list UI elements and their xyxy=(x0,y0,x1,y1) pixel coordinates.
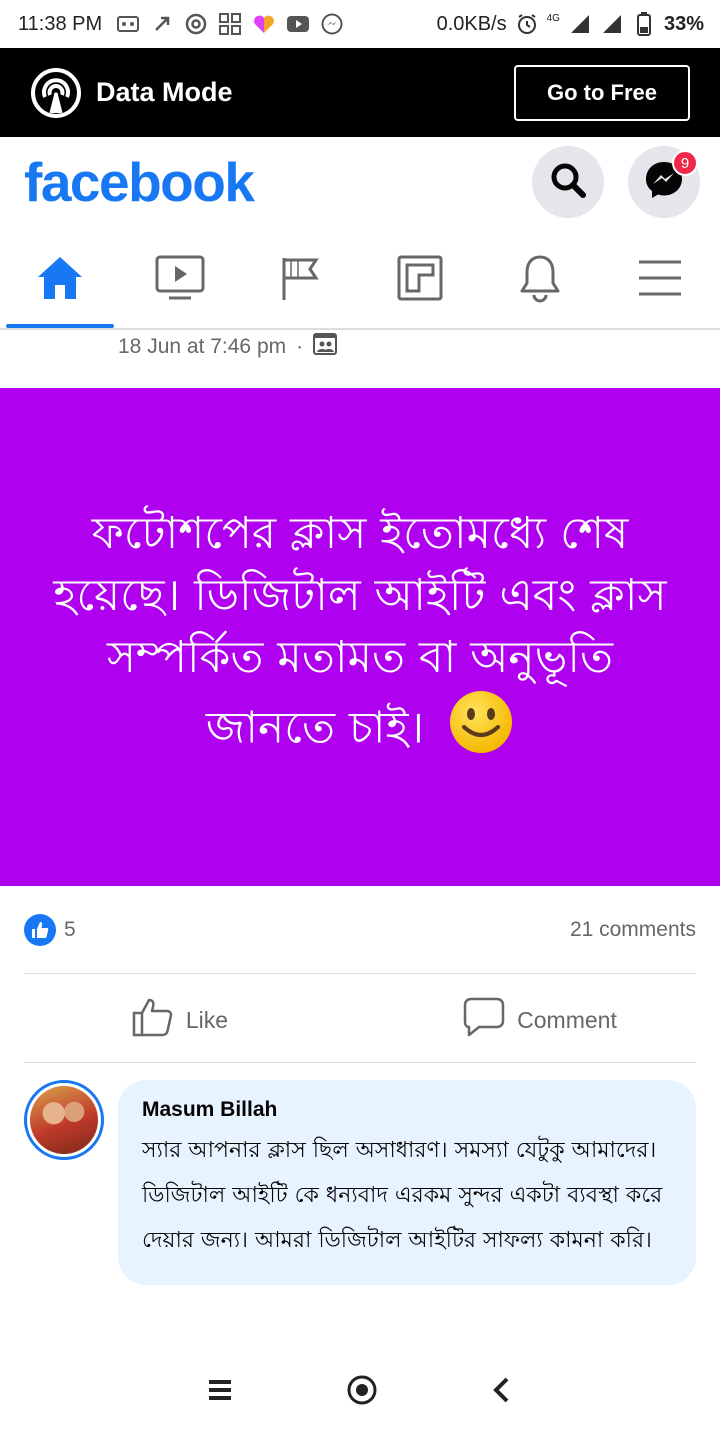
search-button[interactable] xyxy=(532,146,604,218)
thumbs-up-icon xyxy=(132,997,174,1043)
comment-bubble[interactable]: Masum Billah স্যার আপনার ক্লাস ছিল অসাধা… xyxy=(118,1080,696,1285)
tab-home[interactable] xyxy=(0,232,120,328)
battery-percent: 33% xyxy=(663,12,704,35)
signal-arrow-icon xyxy=(150,12,174,36)
messenger-button[interactable]: 9 xyxy=(628,146,700,218)
like-count[interactable]: 5 xyxy=(64,918,76,942)
meta-separator: · xyxy=(296,335,304,358)
data-mode-label: Data Mode xyxy=(96,77,233,107)
app-header: facebook 9 xyxy=(0,137,720,227)
like-button-label: Like xyxy=(185,1006,229,1033)
facebook-logo[interactable]: facebook xyxy=(24,150,255,214)
data-mode-bar: Data Mode Go to Free xyxy=(0,48,720,137)
system-navigation-bar xyxy=(0,1344,720,1440)
post-body: ফটোশপের ক্লাস ইতোমধ্যে শেষ হয়েছে। ডিজিট… xyxy=(40,503,680,772)
tab-marketplace[interactable] xyxy=(360,232,480,328)
status-notification-icons xyxy=(116,12,344,36)
voicemail-icon xyxy=(116,12,140,36)
post-text: ফটোশপের ক্লাস ইতোমধ্যে শেষ হয়েছে। ডিজিট… xyxy=(53,507,667,754)
alarm-icon xyxy=(515,12,539,36)
comment-item: Masum Billah স্যার আপনার ক্লাস ছিল অসাধা… xyxy=(24,1080,696,1285)
comment-text: স্যার আপনার ক্লাস ছিল অসাধারণ। সমস্যা যে… xyxy=(142,1138,663,1253)
smiling-face-emoji-icon xyxy=(448,689,514,772)
network-type: 4G xyxy=(546,12,560,24)
post-actions: Like Comment xyxy=(0,978,720,1062)
battery-icon xyxy=(632,12,656,36)
likee-heart-icon xyxy=(252,12,276,36)
comment-button[interactable]: Comment xyxy=(360,978,720,1062)
like-button[interactable]: Like xyxy=(0,978,360,1062)
like-reaction-icon xyxy=(24,914,56,946)
group-feed-icon xyxy=(397,255,443,306)
signal-strength-icon xyxy=(568,12,592,36)
commenter-avatar[interactable] xyxy=(24,1080,104,1160)
tab-menu[interactable] xyxy=(600,232,720,328)
status-time: 11:38 PM xyxy=(18,12,103,35)
tab-watch[interactable] xyxy=(120,232,240,328)
signal-strength-2-icon xyxy=(600,12,624,36)
comments-count[interactable]: 21 comments xyxy=(570,918,696,942)
home-icon xyxy=(35,254,85,307)
broadcast-icon xyxy=(30,67,82,119)
post-meta: 18 Jun at 7:46 pm · xyxy=(118,330,338,364)
flag-icon xyxy=(279,254,321,307)
header-actions: 9 xyxy=(532,146,700,218)
avatar-photo xyxy=(30,1086,98,1154)
bell-icon xyxy=(518,253,562,308)
apps-grid-icon xyxy=(218,12,242,36)
main-nav-tabs xyxy=(0,232,720,330)
status-bar: 11:38 PM 0.0KB/s 4G 33% xyxy=(0,0,720,48)
network-speed: 0.0KB/s xyxy=(436,12,507,35)
post-timestamp[interactable]: 18 Jun at 7:46 pm xyxy=(118,335,286,359)
hamburger-menu-icon xyxy=(637,258,683,303)
comment-button-label: Comment xyxy=(517,1006,617,1033)
comment-author[interactable]: Masum Billah xyxy=(142,1098,672,1122)
tab-notifications[interactable] xyxy=(480,232,600,328)
reactions-divider xyxy=(24,973,696,974)
recent-apps-icon[interactable] xyxy=(207,1379,233,1406)
messenger-badge: 9 xyxy=(672,150,698,176)
messenger-status-icon xyxy=(320,12,344,36)
search-icon xyxy=(549,161,587,204)
reactions-summary[interactable]: 5 21 comments xyxy=(24,910,696,950)
chrome-icon xyxy=(184,12,208,36)
back-icon[interactable] xyxy=(491,1376,513,1409)
youtube-icon xyxy=(286,12,310,36)
comment-bubble-icon xyxy=(463,997,505,1043)
home-circle-icon[interactable] xyxy=(346,1374,378,1411)
post-text-background: ফটোশপের ক্লাস ইতোমধ্যে শেষ হয়েছে। ডিজিট… xyxy=(0,388,720,886)
tab-pages[interactable] xyxy=(240,232,360,328)
go-to-free-button[interactable]: Go to Free xyxy=(514,64,690,121)
audience-icon[interactable] xyxy=(313,333,338,361)
actions-divider xyxy=(24,1062,696,1063)
status-right: 0.0KB/s 4G 33% xyxy=(437,12,704,36)
video-play-icon xyxy=(155,255,205,306)
